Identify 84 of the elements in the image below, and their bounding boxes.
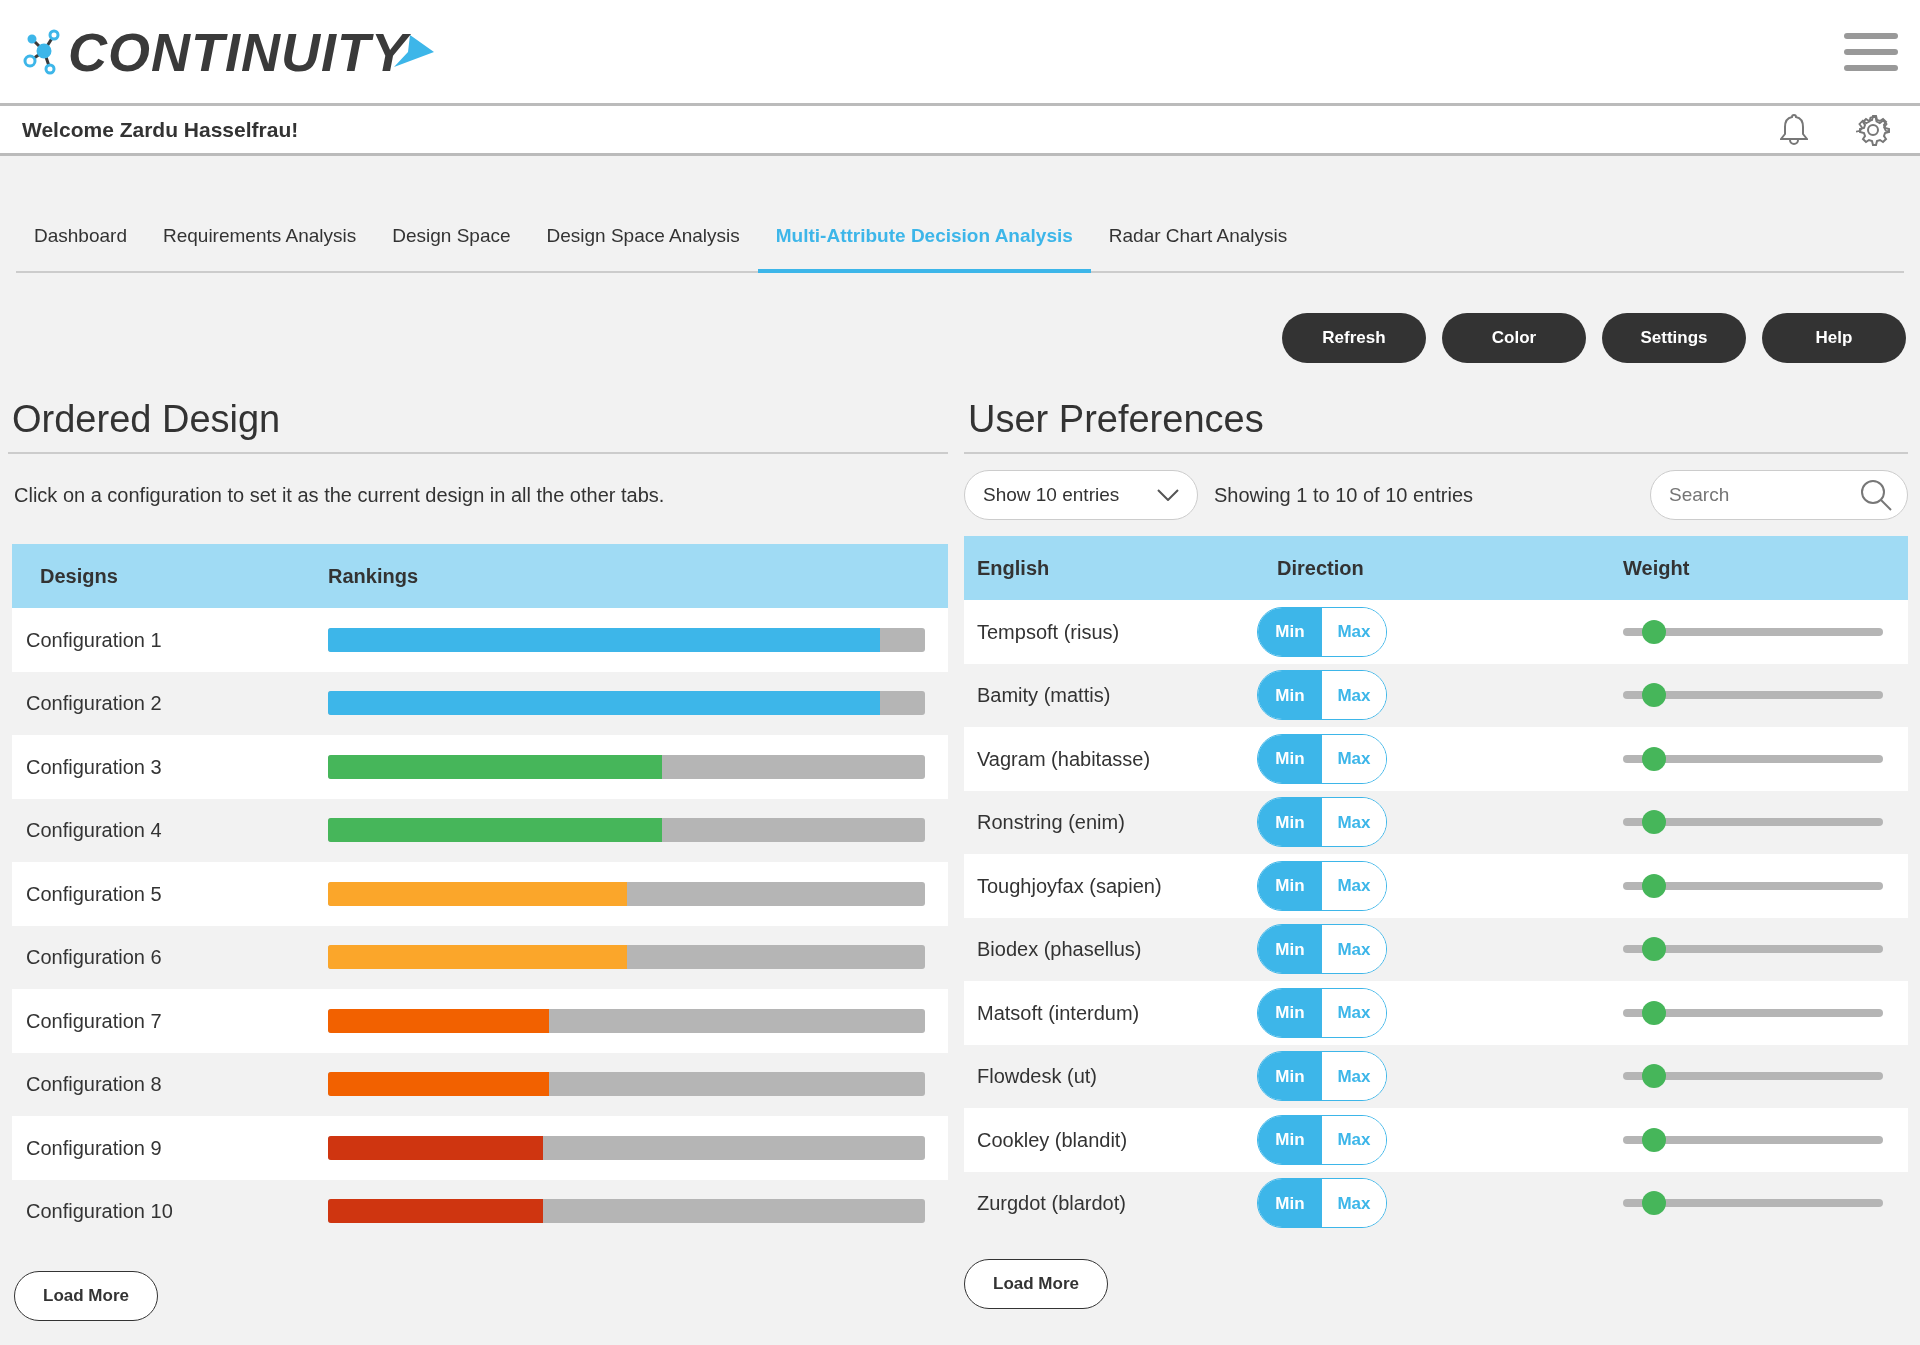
entries-info: Showing 1 to 10 of 10 entries — [1214, 483, 1475, 509]
toggle-option[interactable]: Min — [1258, 925, 1322, 974]
table-row[interactable]: Configuration 1 — [12, 608, 948, 672]
toggle-option[interactable]: Min — [1258, 1052, 1322, 1101]
toggle-option[interactable]: Min — [1258, 734, 1322, 783]
nav-tab[interactable]: Dashboard — [16, 202, 145, 273]
direction-toggle[interactable]: Min Max — [1257, 797, 1387, 848]
table-cell-text: Configuration 8 — [25, 1072, 163, 1098]
toggle-option[interactable]: Min — [1258, 798, 1322, 847]
table-cell-text: Configuration 4 — [25, 818, 163, 844]
table-cell-text: Configuration 10 — [25, 1199, 174, 1225]
table-cell-text: Ronstring (enim) — [976, 810, 1126, 836]
welcome-text: Welcome Zardu Hasselfrau! — [22, 116, 299, 143]
load-more-button[interactable]: Load More — [964, 1259, 1108, 1310]
slider-thumb[interactable] — [1642, 746, 1667, 771]
toggle-option[interactable]: Min — [1258, 671, 1322, 720]
slider-thumb[interactable] — [1642, 683, 1667, 708]
table-cell-text: Configuration 5 — [25, 881, 163, 907]
table-row[interactable]: Configuration 7 — [12, 989, 948, 1053]
slider-thumb[interactable] — [1642, 810, 1667, 835]
direction-toggle[interactable]: Min Max — [1257, 670, 1387, 721]
page-size-select[interactable]: Show 10 entries — [964, 470, 1198, 521]
table-cell-text: Configuration 2 — [25, 691, 163, 717]
table-cell-text: Biodex (phasellus) — [976, 937, 1143, 963]
direction-toggle[interactable]: Min Max — [1257, 606, 1387, 657]
slider-thumb[interactable] — [1642, 1064, 1667, 1089]
slider-thumb[interactable] — [1642, 873, 1667, 898]
nav-tab[interactable]: Design Space — [374, 202, 529, 273]
table-cell-text: Configuration 6 — [25, 945, 163, 971]
column-header: Rankings — [328, 564, 419, 590]
menu-icon[interactable] — [1844, 31, 1898, 72]
slider-thumb[interactable] — [1642, 937, 1667, 962]
bell-icon[interactable] — [1780, 112, 1808, 147]
table-cell-text: Configuration 7 — [25, 1008, 163, 1034]
load-more-button[interactable]: Load More — [14, 1271, 158, 1322]
toggle-option[interactable]: Min — [1258, 861, 1322, 910]
table-cell-text: Configuration 3 — [25, 754, 163, 780]
search-icon — [1860, 479, 1892, 512]
direction-toggle[interactable]: Min Max — [1257, 924, 1387, 975]
direction-toggle[interactable]: Min Max — [1257, 733, 1387, 784]
table-row[interactable]: Configuration 9 — [12, 1116, 948, 1180]
table-cell-text: Bamity (mattis) — [976, 683, 1112, 709]
table-cell-text: Configuration 9 — [25, 1135, 163, 1161]
nav-tab[interactable]: Multi-Attribute Decision Analysis — [757, 202, 1091, 273]
direction-toggle[interactable]: Min Max — [1257, 987, 1387, 1038]
chevron-down-icon — [1157, 489, 1179, 502]
toggle-option[interactable]: Min — [1258, 1115, 1322, 1164]
nav-tab[interactable]: Radar Chart Analysis — [1090, 202, 1306, 273]
table-cell-text: Matsoft (interdum) — [976, 1000, 1141, 1026]
direction-toggle[interactable]: Min Max — [1257, 1114, 1387, 1165]
direction-toggle[interactable]: Min Max — [1257, 1051, 1387, 1102]
toggle-option[interactable]: Min — [1258, 988, 1322, 1037]
nav-tab[interactable]: Design Space Analysis — [528, 202, 758, 273]
toggle-option[interactable]: Min — [1258, 607, 1322, 656]
action-button[interactable]: Color — [1442, 312, 1586, 363]
column-header: English — [976, 556, 1051, 582]
slider-thumb[interactable] — [1642, 1127, 1667, 1152]
table-row[interactable]: Configuration 5 — [12, 862, 948, 926]
table-cell-text: Cookley (blandit) — [976, 1127, 1129, 1153]
table-cell-text: Zurgdot (blardot) — [976, 1191, 1127, 1217]
settings-icon[interactable] — [1856, 112, 1890, 147]
table-cell-text: Configuration 1 — [25, 627, 163, 653]
table-cell-text: Flowdesk (ut) — [976, 1064, 1099, 1090]
column-header: Designs — [39, 564, 119, 590]
action-button[interactable]: Refresh — [1282, 312, 1426, 363]
section-title: Ordered Design — [8, 396, 948, 455]
slider-thumb[interactable] — [1642, 619, 1667, 644]
column-header: Direction — [1276, 556, 1365, 582]
table-row[interactable]: Configuration 3 — [12, 735, 948, 799]
description-text: Click on a configuration to set it as the current design in all the other tabs. — [14, 483, 666, 509]
table-cell-text: Vagram (habitasse) — [976, 746, 1152, 772]
table-cell-text: Toughjoyfax (sapien) — [976, 873, 1163, 899]
slider-thumb[interactable] — [1642, 1191, 1667, 1216]
slider-thumb[interactable] — [1642, 1000, 1667, 1025]
table-cell-text: Tempsoft (risus) — [976, 619, 1121, 645]
direction-toggle[interactable]: Min Max — [1257, 1178, 1387, 1229]
nav-tab[interactable]: Requirements Analysis — [144, 202, 375, 273]
action-button[interactable]: Settings — [1602, 312, 1746, 363]
action-button[interactable]: Help — [1762, 312, 1906, 363]
direction-toggle[interactable]: Min Max — [1257, 860, 1387, 911]
column-header: Weight — [1623, 556, 1690, 582]
search-field[interactable]: Search — [1650, 470, 1908, 521]
section-title: User Preferences — [964, 396, 1908, 455]
toggle-option[interactable]: Min — [1258, 1179, 1322, 1228]
